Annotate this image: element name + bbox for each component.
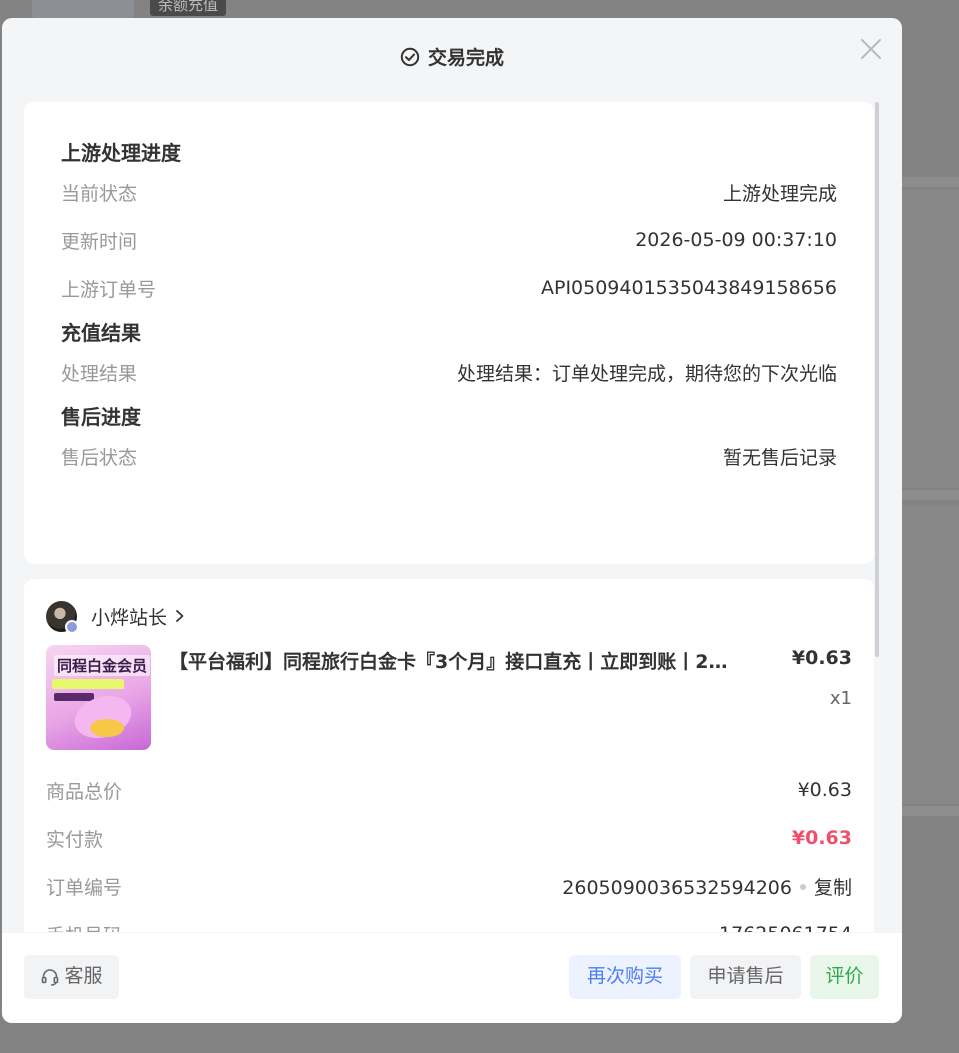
- chevron-right-icon: [176, 610, 184, 622]
- dialog-scroll-area[interactable]: 上游处理进度 当前状态 上游处理完成 更新时间 2026-05-09 00:37…: [24, 102, 879, 932]
- avatar: [46, 600, 79, 634]
- row-value: ¥0.63: [797, 779, 852, 801]
- background-card: [902, 506, 959, 804]
- row-label: 订单编号: [46, 876, 123, 899]
- headset-icon: [42, 969, 59, 986]
- dialog-header: 交易完成: [2, 18, 902, 94]
- customer-service-label: 客服: [64, 966, 103, 987]
- paid-amount: ¥0.63: [791, 827, 852, 849]
- row-value: API0509401535043849158656: [540, 277, 837, 299]
- shop-link[interactable]: 小烨站长: [46, 600, 852, 634]
- goods-info: 【平台福利】同程旅行白金卡『3个月』接口直充丨立即到账丨2… ¥0.63 x1: [169, 645, 852, 750]
- order-info-list: 商品总价 ¥0.63 实付款 ¥0.63 订单编号 26050900365325…: [46, 766, 852, 932]
- background-divider: [902, 177, 959, 187]
- order-number: 2605090036532594206 复制: [562, 873, 852, 900]
- verified-badge-icon: [65, 619, 79, 634]
- goods-quantity: x1: [829, 688, 852, 709]
- dialog-footer: 客服 再次购买 申请售后 评价: [2, 933, 902, 1023]
- row-label: 商品总价: [46, 780, 123, 803]
- order-row: 手机号码 17625061754: [46, 910, 852, 932]
- check-circle-icon: [400, 47, 420, 66]
- goods-title: 【平台福利】同程旅行白金卡『3个月』接口直充丨立即到账丨2…: [169, 651, 728, 673]
- progress-card: 上游处理进度 当前状态 上游处理完成 更新时间 2026-05-09 00:37…: [24, 102, 874, 564]
- dialog-title: 交易完成: [2, 43, 902, 70]
- row-label: 手机号码: [46, 921, 122, 933]
- info-row: 售后状态 暂无售后记录: [61, 432, 837, 480]
- goods-price: ¥0.63: [791, 647, 852, 669]
- goods-image: 同程白金会员: [46, 645, 151, 750]
- row-value: 上游处理完成: [722, 182, 837, 205]
- background-divider: [902, 806, 959, 816]
- order-detail-dialog: 交易完成 上游处理进度 当前状态 上游处理完成 更新时间 2026-05-09 …: [2, 18, 902, 1023]
- row-value: 暂无售后记录: [722, 446, 837, 469]
- order-row: 商品总价 ¥0.63: [46, 766, 852, 814]
- close-icon[interactable]: [859, 37, 883, 61]
- background-thumbnail: [32, 0, 134, 20]
- row-value: 17625061754: [719, 923, 852, 932]
- row-label: 实付款: [46, 828, 104, 851]
- review-button[interactable]: 评价: [810, 955, 879, 999]
- goods-item[interactable]: 同程白金会员 【平台福利】同程旅行白金卡『3个月』接口直充丨立即到账丨2… ¥0…: [46, 645, 852, 750]
- info-row: 处理结果 处理结果：订单处理完成，期待您的下次光临: [61, 348, 837, 396]
- customer-service-button[interactable]: 客服: [24, 955, 119, 999]
- row-label: 更新时间: [61, 230, 138, 253]
- scrollbar[interactable]: [875, 102, 879, 657]
- shop-name: 小烨站长: [91, 606, 168, 629]
- goods-image-title: 同程白金会员: [54, 655, 151, 676]
- background-divider: [902, 490, 959, 500]
- row-label: 当前状态: [61, 182, 138, 205]
- dialog-title-text: 交易完成: [427, 47, 504, 69]
- row-label: 上游订单号: [61, 278, 157, 301]
- row-label: 处理结果: [61, 362, 138, 385]
- row-value: 处理结果：订单处理完成，期待您的下次光临: [456, 362, 837, 385]
- order-number-value: 2605090036532594206: [562, 876, 792, 899]
- background-badge: 余额充值: [150, 0, 227, 16]
- row-label: 售后状态: [61, 446, 138, 469]
- info-row: 上游订单号 API0509401535043849158656: [61, 264, 837, 312]
- section-title-upstream: 上游处理进度: [61, 141, 181, 165]
- order-row: 订单编号 2605090036532594206 复制: [46, 862, 852, 910]
- order-row: 实付款 ¥0.63: [46, 814, 852, 862]
- info-row: 更新时间 2026-05-09 00:37:10: [61, 216, 837, 264]
- section-title-recharge: 充值结果: [61, 321, 141, 345]
- section-title-aftersale: 售后进度: [61, 405, 141, 429]
- background-card: [902, 190, 959, 488]
- copy-button[interactable]: 复制: [814, 877, 852, 899]
- rebuy-button[interactable]: 再次购买: [569, 955, 681, 999]
- row-value: 2026-05-09 00:37:10: [635, 229, 837, 251]
- order-card: 小烨站长 同程白金会员 【平台福利】同程旅行白金卡『3个月』接口直充丨立即到账丨…: [24, 579, 874, 932]
- apply-aftersale-button[interactable]: 申请售后: [690, 955, 801, 999]
- info-row: 当前状态 上游处理完成: [61, 168, 837, 216]
